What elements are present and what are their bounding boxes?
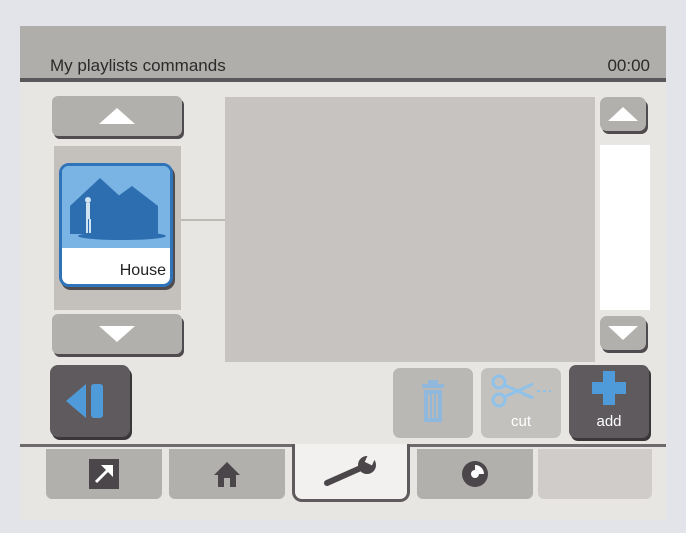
- scissors-icon: [491, 374, 551, 408]
- list-scroll-down-button[interactable]: [600, 316, 646, 350]
- tab-shortcuts[interactable]: [46, 449, 162, 499]
- clock: 00:00: [607, 56, 650, 75]
- title-bar: My playlists commands 00:00: [20, 26, 666, 82]
- disc-icon: [462, 461, 488, 487]
- wrench-icon: [324, 454, 376, 486]
- strip-scroll-up-button[interactable]: [52, 96, 182, 136]
- content-area: [225, 97, 595, 362]
- arrow-down-icon: [608, 326, 638, 340]
- connector-line: [181, 219, 225, 221]
- cut-label: cut: [510, 413, 531, 430]
- arrow-up-icon: [99, 108, 135, 124]
- page-title: My playlists commands: [50, 56, 226, 75]
- playlist-item-label: House: [119, 262, 166, 279]
- tab-divider: [409, 444, 666, 447]
- cut-button[interactable]: cut: [481, 368, 561, 438]
- arrow-down-icon: [99, 326, 135, 342]
- tab-home[interactable]: [169, 449, 285, 499]
- tab-divider: [20, 444, 292, 447]
- trash-icon: [422, 380, 444, 422]
- arrow-up-icon: [608, 107, 638, 121]
- home-icon: [214, 462, 240, 487]
- plus-icon: [592, 371, 626, 405]
- back-icon: [66, 384, 103, 418]
- tab-media[interactable]: [417, 449, 533, 499]
- shortcut-arrow-icon: [89, 459, 119, 489]
- playlist-item-house[interactable]: House: [59, 163, 173, 287]
- list-scroll-up-button[interactable]: [600, 97, 646, 131]
- tab-empty[interactable]: [538, 449, 652, 499]
- add-label: add: [596, 413, 622, 430]
- back-button[interactable]: [50, 365, 130, 437]
- tab-settings[interactable]: [292, 444, 410, 502]
- house-icon: [62, 166, 170, 248]
- scrollbar-track[interactable]: [600, 145, 650, 310]
- delete-button[interactable]: [393, 368, 473, 438]
- strip-scroll-down-button[interactable]: [52, 314, 182, 354]
- add-button[interactable]: add: [569, 365, 649, 438]
